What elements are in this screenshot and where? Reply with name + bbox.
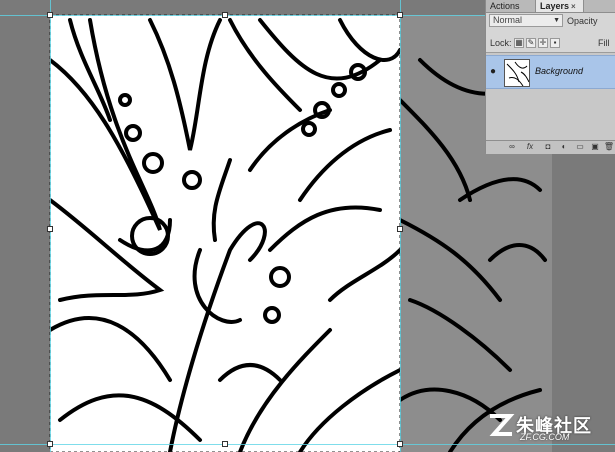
transform-handle-bottom-right[interactable] <box>397 441 403 447</box>
folder-icon[interactable]: ▭ <box>574 142 586 152</box>
lock-pixels-icon[interactable]: ✎ <box>526 38 536 48</box>
layer-name: Background <box>535 66 584 76</box>
watermark: 朱峰社区 ZF.CG.COM <box>484 396 615 452</box>
transform-handle-top-left[interactable] <box>47 12 53 18</box>
tab-layers[interactable]: Layers × <box>536 0 584 12</box>
eye-icon[interactable]: ● <box>490 66 496 77</box>
panel-bottom-bar: ∞ fx ◘ ◐ ▭ ▣ 🗑 <box>486 140 615 154</box>
close-icon[interactable]: × <box>571 2 576 11</box>
workspace: Actions Layers × Normal ▼ Opacity Lock: ▦… <box>0 0 615 452</box>
tab-actions[interactable]: Actions <box>486 0 536 12</box>
layers-panel: Actions Layers × Normal ▼ Opacity Lock: ▦… <box>485 0 615 154</box>
lock-label: Lock: <box>490 38 512 48</box>
chevron-down-icon: ▼ <box>553 17 560 24</box>
layer-list: ● Background <box>486 52 615 141</box>
lock-transparent-icon[interactable]: ▦ <box>514 38 524 48</box>
transform-handle-bottom-left[interactable] <box>47 441 53 447</box>
opacity-label: Opacity <box>567 16 598 26</box>
trash-icon[interactable]: 🗑 <box>603 142 615 152</box>
tab-actions-label: Actions <box>490 1 520 11</box>
watermark-subtext: ZF.CG.COM <box>520 432 570 442</box>
thumbnail-art <box>506 61 529 86</box>
new-layer-icon[interactable]: ▣ <box>589 142 601 152</box>
link-icon[interactable]: ∞ <box>506 142 518 152</box>
watermark-logo-icon <box>489 414 515 436</box>
layer-thumbnail <box>504 59 530 87</box>
blend-mode-select[interactable]: Normal ▼ <box>489 14 563 27</box>
mask-icon[interactable]: ◘ <box>542 142 554 152</box>
panel-tabs: Actions Layers × <box>486 0 615 13</box>
transform-handle-bottom-center[interactable] <box>222 441 228 447</box>
blend-row: Normal ▼ Opacity <box>486 14 615 28</box>
fx-icon[interactable]: fx <box>524 142 536 152</box>
blend-mode-value: Normal <box>493 15 523 25</box>
lock-position-icon[interactable]: ✛ <box>538 38 548 48</box>
transform-handle-top-right[interactable] <box>397 12 403 18</box>
lock-all-icon[interactable]: ▪ <box>550 38 560 48</box>
tab-layers-label: Layers <box>540 1 570 11</box>
transform-handle-middle-left[interactable] <box>47 226 53 232</box>
transform-handle-middle-right[interactable] <box>397 226 403 232</box>
transform-handle-top-center[interactable] <box>222 12 228 18</box>
lock-row: Lock: ▦ ✎ ✛ ▪ Fill <box>486 36 615 50</box>
adjustment-icon[interactable]: ◐ <box>558 142 570 152</box>
fill-label: Fill <box>598 38 610 48</box>
layer-row-background[interactable]: ● Background <box>486 55 615 89</box>
